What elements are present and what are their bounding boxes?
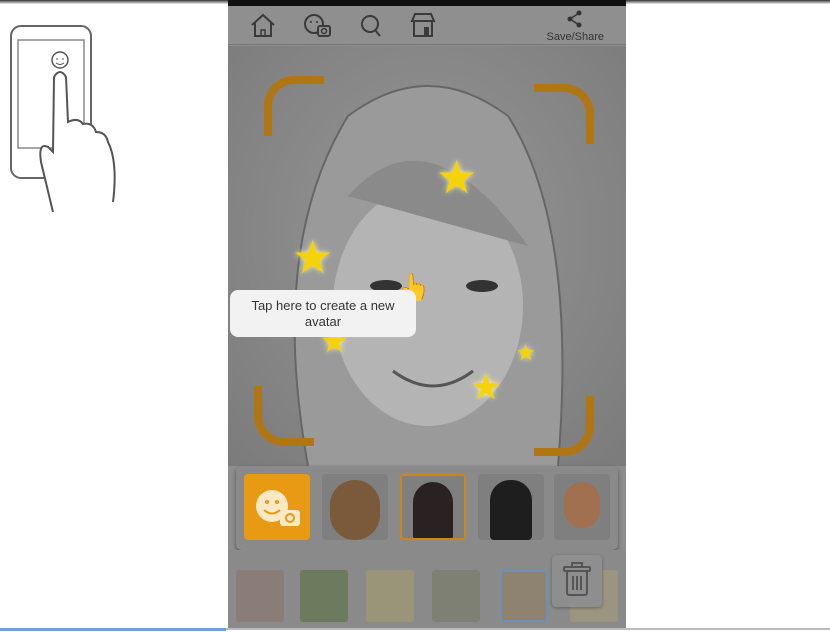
curly-hair-avatar[interactable] bbox=[322, 474, 388, 540]
frame-corner-bl bbox=[254, 386, 314, 446]
create-avatar-button[interactable] bbox=[244, 474, 310, 540]
star-icon: ★ bbox=[470, 366, 503, 407]
tap-gesture-hand-icon bbox=[10, 25, 116, 213]
sticker-item[interactable] bbox=[366, 570, 414, 622]
winking-girl-avatar[interactable] bbox=[478, 474, 544, 540]
save-share-button[interactable]: Save/Share bbox=[547, 10, 604, 43]
frame-corner-br bbox=[534, 396, 594, 456]
app-screen: Save/Share ★ ★ ★ ★ ★ 👆 Tap here to creat… bbox=[228, 0, 626, 628]
home-icon[interactable] bbox=[248, 12, 278, 38]
sticker-item[interactable] bbox=[500, 570, 548, 622]
avatar-photo[interactable]: ★ ★ ★ ★ ★ 👆 bbox=[228, 46, 626, 466]
save-share-label: Save/Share bbox=[546, 31, 604, 43]
frame-corner-tl bbox=[264, 76, 324, 136]
star-icon: ★ bbox=[292, 231, 334, 283]
sticker-item[interactable] bbox=[300, 570, 348, 622]
star-icon: ★ bbox=[436, 151, 478, 203]
tooltip[interactable]: Tap here to create a new avatar bbox=[230, 290, 416, 337]
sticker-item[interactable] bbox=[236, 570, 284, 622]
sticker-item[interactable] bbox=[432, 570, 480, 622]
share-icon bbox=[567, 10, 582, 28]
progress-line bbox=[0, 628, 226, 631]
smiley-camera-icon bbox=[256, 490, 300, 526]
star-icon: ★ bbox=[516, 340, 536, 365]
young-man-avatar[interactable] bbox=[554, 474, 610, 540]
bottom-divider bbox=[226, 628, 830, 630]
store-icon[interactable] bbox=[408, 12, 438, 38]
delete-button[interactable] bbox=[552, 555, 602, 607]
toolbar: Save/Share bbox=[228, 6, 626, 45]
trash-icon bbox=[563, 562, 591, 596]
avatar-tray bbox=[236, 466, 618, 550]
avatar-camera-icon[interactable] bbox=[302, 12, 332, 38]
search-icon[interactable] bbox=[356, 12, 386, 38]
long-hair-girl-avatar[interactable] bbox=[400, 474, 466, 540]
frame-corner-tr bbox=[534, 84, 594, 144]
